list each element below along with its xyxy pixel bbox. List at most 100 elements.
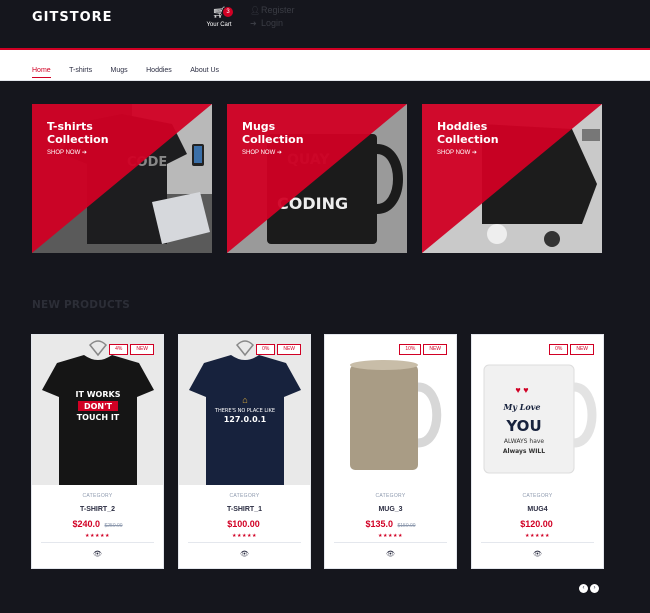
product-body: CATEGORY T-SHIRT_2 $240.0 $250.00 ★★★★★	[32, 493, 163, 539]
product-name[interactable]: T-SHIRT_1	[179, 506, 310, 513]
chevron-left-icon[interactable]: ‹	[579, 584, 588, 593]
sign-in-icon: ➜	[250, 19, 257, 28]
top-header: GITSTORE 🛒︎ 3 Your Cart 👤︎Register ➜ Logi…	[0, 0, 650, 48]
product-image: IT WORKS DON'T TOUCH IT	[32, 335, 163, 485]
product-name[interactable]: MUG_3	[325, 506, 456, 513]
heart-icon: ♥ ♥	[515, 385, 528, 395]
collection-text: Hoddies Collection SHOP NOW ➔	[437, 120, 499, 156]
shop-now-link[interactable]: SHOP NOW ➔	[47, 149, 109, 156]
sale-badge: 10%	[399, 344, 422, 355]
collection-title-line2: Collection	[437, 133, 499, 146]
store-logo[interactable]: GITSTORE	[32, 10, 113, 25]
product-category: CATEGORY	[375, 493, 406, 499]
product-old-price: $150.00	[397, 523, 416, 529]
svg-text:TOUCH IT: TOUCH IT	[77, 413, 120, 422]
eye-icon: 👁︎	[533, 551, 542, 558]
product-card[interactable]: ♥ ♥ My Love YOU ALWAYS have Always WILL …	[471, 334, 604, 569]
new-badge: NEW	[130, 344, 154, 355]
quick-view-button[interactable]: 👁︎	[472, 550, 603, 558]
product-body: CATEGORY MUG4 $120.00 ★★★★★	[472, 493, 603, 539]
shop-now-link[interactable]: SHOP NOW ➔	[437, 149, 499, 156]
new-badge: NEW	[277, 344, 301, 355]
collection-title-line1: Hoddies	[437, 120, 488, 133]
card-divider	[41, 542, 154, 543]
card-divider	[334, 542, 447, 543]
svg-text:My Love: My Love	[503, 402, 541, 412]
product-rating-stars: ★★★★★	[85, 533, 110, 539]
carousel-nav: ‹ ›	[579, 576, 601, 594]
product-category: CATEGORY	[229, 493, 260, 499]
eye-icon: 👁︎	[386, 551, 395, 558]
collection-text: Mugs Collection SHOP NOW ➔	[242, 120, 304, 156]
arrow-circle-right-icon: ➔	[276, 150, 282, 156]
product-card[interactable]: IT WORKS DON'T TOUCH IT 4% NEW CATEGORY T…	[31, 334, 164, 569]
nav-item-tshirts[interactable]: T-shirts	[69, 67, 92, 77]
nav-item-about-us[interactable]: About Us	[190, 67, 219, 77]
svg-text:THERE'S NO PLACE LIKE: THERE'S NO PLACE LIKE	[214, 408, 275, 414]
product-category: CATEGORY	[82, 493, 113, 499]
new-badge: NEW	[423, 344, 447, 355]
product-price: $135.0 $150.00	[365, 519, 416, 529]
product-rating-stars: ★★★★★	[525, 533, 550, 539]
svg-text:127.0.0.1: 127.0.0.1	[224, 415, 267, 424]
nav-item-hoddies[interactable]: Hoddies	[146, 67, 172, 77]
product-body: CATEGORY T-SHIRT_1 $100.00 ★★★★★	[179, 493, 310, 539]
svg-text:ALWAYS have: ALWAYS have	[504, 438, 545, 445]
product-price: $100.00	[227, 519, 260, 529]
collection-tshirts[interactable]: CODE T-shirts Collection SHOP NOW ➔	[32, 104, 212, 253]
svg-text:Always WILL: Always WILL	[503, 448, 545, 455]
main-nav: Home T-shirts Mugs Hoddies About Us	[0, 50, 650, 81]
product-category: CATEGORY	[522, 493, 553, 499]
sale-badge: 0%	[549, 344, 569, 355]
collection-title-line2: Collection	[47, 133, 109, 146]
product-body: CATEGORY MUG_3 $135.0 $150.00 ★★★★★	[325, 493, 456, 539]
product-rating-stars: ★★★★★	[232, 533, 257, 539]
product-image: ⌂ THERE'S NO PLACE LIKE 127.0.0.1	[179, 335, 310, 485]
svg-text:YOU: YOU	[505, 417, 541, 435]
collection-text: T-shirts Collection SHOP NOW ➔	[47, 120, 109, 156]
card-divider	[481, 542, 594, 543]
svg-text:DON'T: DON'T	[84, 402, 113, 411]
eye-icon: 👁︎	[93, 551, 102, 558]
account-links: 👤︎Register ➜ Login	[250, 4, 295, 30]
user-plus-icon: 👤︎	[250, 6, 261, 15]
new-products-title: NEW PRODUCTS	[32, 299, 130, 311]
register-link[interactable]: 👤︎Register	[250, 4, 295, 17]
quick-view-button[interactable]: 👁︎	[325, 550, 456, 558]
product-badges: 0% NEW	[547, 344, 594, 355]
arrow-circle-right-icon: ➔	[81, 150, 87, 156]
product-price: $120.00	[520, 519, 553, 529]
cart-label: Your Cart	[206, 22, 232, 28]
product-image	[325, 335, 456, 485]
new-badge: NEW	[570, 344, 594, 355]
house-icon: ⌂	[242, 395, 247, 405]
chevron-right-icon[interactable]: ›	[590, 584, 599, 593]
arrow-circle-right-icon: ➔	[471, 150, 477, 156]
nav-item-mugs[interactable]: Mugs	[111, 67, 128, 77]
product-old-price: $250.00	[104, 523, 123, 529]
cart-button[interactable]: 🛒︎ 3 Your Cart	[203, 7, 235, 28]
cart-count-badge: 3	[223, 7, 233, 17]
shop-now-link[interactable]: SHOP NOW ➔	[242, 149, 304, 156]
sale-badge: 4%	[109, 344, 129, 355]
product-card[interactable]: ⌂ THERE'S NO PLACE LIKE 127.0.0.1 0% NEW …	[178, 334, 311, 569]
product-badges: 4% NEW	[107, 344, 154, 355]
collection-hoddies[interactable]: Hoddies Collection SHOP NOW ➔	[422, 104, 602, 253]
collection-mugs[interactable]: CODING QUAY Mugs Collection SHOP NOW ➔	[227, 104, 407, 253]
login-link[interactable]: ➜ Login	[250, 17, 295, 30]
product-name[interactable]: T-SHIRT_2	[32, 506, 163, 513]
eye-icon: 👁︎	[240, 551, 249, 558]
collection-title-line2: Collection	[242, 133, 304, 146]
collection-title-line1: Mugs	[242, 120, 276, 133]
sale-badge: 0%	[256, 344, 276, 355]
product-image: ♥ ♥ My Love YOU ALWAYS have Always WILL	[472, 335, 603, 485]
collection-title-line1: T-shirts	[47, 120, 93, 133]
product-price: $240.0 $250.00	[72, 519, 123, 529]
product-rating-stars: ★★★★★	[378, 533, 403, 539]
product-card[interactable]: 10% NEW CATEGORY MUG_3 $135.0 $150.00 ★★★…	[324, 334, 457, 569]
nav-item-home[interactable]: Home	[32, 67, 51, 78]
quick-view-button[interactable]: 👁︎	[179, 550, 310, 558]
product-name[interactable]: MUG4	[472, 506, 603, 513]
product-badges: 0% NEW	[254, 344, 301, 355]
quick-view-button[interactable]: 👁︎	[32, 550, 163, 558]
